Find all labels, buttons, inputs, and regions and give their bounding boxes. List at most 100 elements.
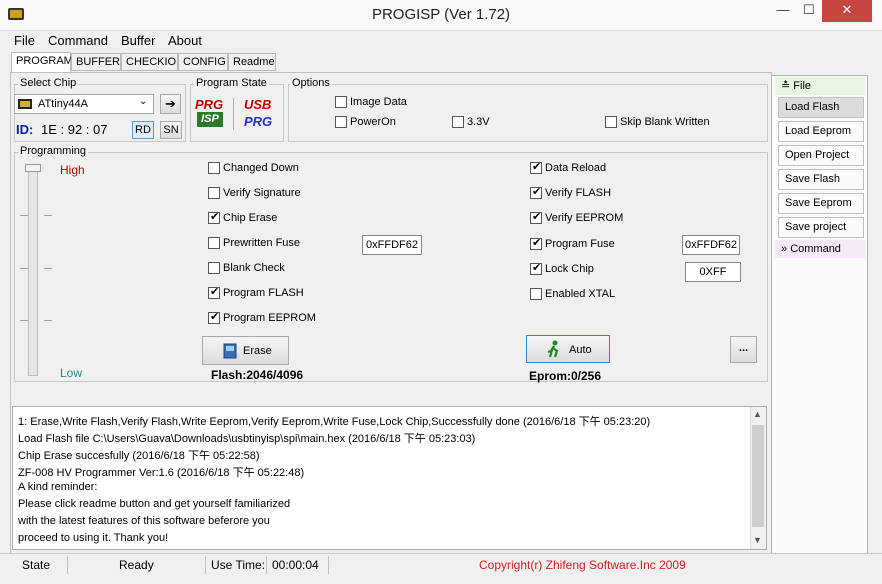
status-state-label: State [22, 558, 51, 572]
high-label: High [60, 163, 85, 177]
minimize-button[interactable]: — [770, 0, 796, 22]
program-fuse-input[interactable]: 0xFFDF62 [682, 235, 740, 255]
slider-tick [44, 268, 52, 269]
prewritten-fuse-input[interactable]: 0xFFDF62 [362, 235, 422, 255]
log-line: with the latest features of this softwar… [18, 515, 270, 527]
menu-command[interactable]: Command [48, 33, 108, 48]
image-data-checkbox[interactable] [335, 96, 347, 108]
id-label: ID: [16, 122, 34, 137]
flash-info: Flash:2046/4096 [211, 368, 304, 382]
tab-program[interactable]: PROGRAM [11, 52, 73, 72]
chip-erase-checkbox[interactable] [208, 210, 220, 224]
menu-file[interactable]: File [14, 33, 35, 48]
verify-signature-checkbox[interactable] [208, 187, 220, 199]
eraser-icon [223, 343, 237, 359]
data-reload-checkbox[interactable] [530, 160, 542, 174]
lock-chip-checkbox[interactable] [530, 261, 542, 275]
runner-icon [547, 340, 559, 358]
programming-label: Programming [18, 145, 89, 157]
status-divider [266, 556, 267, 574]
scroll-up-icon[interactable]: ▲ [753, 409, 762, 419]
log-line: Chip Erase succesfully (2016/6/18 下午 05:… [18, 450, 260, 462]
usb-text: USB [244, 97, 272, 112]
verify-flash-checkbox[interactable] [530, 185, 542, 199]
log-line: 1: Erase,Write Flash,Verify Flash,Write … [18, 416, 651, 428]
load-flash-button[interactable]: Load Flash [778, 97, 864, 118]
low-label: Low [60, 366, 83, 380]
level-slider[interactable] [28, 166, 38, 376]
copyright-text: Copyright(r) Zhifeng Software.Inc 2009 [479, 558, 686, 572]
log-line: Please click readme button and get yours… [18, 498, 291, 510]
log-line: A kind reminder: [18, 481, 98, 493]
chevron-right-icon: » [781, 243, 791, 255]
v33-checkbox[interactable] [452, 116, 464, 128]
slider-tick [20, 215, 28, 216]
enabled-xtal-label: Enabled XTAL [545, 288, 616, 300]
sidebar-file-header[interactable]: ≛ File [775, 77, 865, 95]
save-flash-button[interactable]: Save Flash [778, 169, 864, 190]
slider-thumb[interactable] [25, 164, 41, 172]
chip-erase-label: Chip Erase [223, 212, 278, 224]
slider-tick [44, 320, 52, 321]
program-eeprom-label: Program EEPROM [223, 312, 316, 324]
sn-button[interactable]: SN [160, 121, 182, 139]
lock-value-input[interactable]: 0XFF [685, 262, 741, 282]
save-eeprom-button[interactable]: Save Eeprom [778, 193, 864, 214]
tab-checkio[interactable]: CHECKIO [121, 53, 178, 71]
maximize-button[interactable]: ☐ [796, 0, 822, 22]
log-scroll-thumb[interactable] [752, 425, 764, 527]
program-eeprom-checkbox[interactable] [208, 310, 220, 324]
program-state-label: Program State [194, 77, 269, 89]
poweron-checkbox[interactable] [335, 116, 347, 128]
tab-buffer[interactable]: BUFFER [71, 53, 121, 71]
options-group [288, 84, 768, 142]
auto-button[interactable]: Auto [526, 335, 610, 363]
prewritten-fuse-label: Prewritten Fuse [223, 237, 301, 249]
sidebar-command-label: Command [790, 243, 841, 255]
image-data-label: Image Data [350, 96, 407, 108]
tab-config[interactable]: CONFIG [178, 53, 228, 71]
program-flash-label: Program FLASH [223, 287, 304, 299]
prewritten-fuse-checkbox[interactable] [208, 237, 220, 249]
status-divider [328, 556, 329, 574]
program-fuse-checkbox[interactable] [530, 236, 542, 250]
more-button[interactable]: ... [730, 336, 757, 363]
skip-blank-checkbox[interactable] [605, 116, 617, 128]
options-label: Options [290, 77, 332, 89]
verify-eeprom-checkbox[interactable] [530, 210, 542, 224]
close-button[interactable]: ✕ [822, 0, 872, 22]
changed-down-checkbox[interactable] [208, 162, 220, 174]
rd-button[interactable]: RD [132, 121, 154, 139]
poweron-label: PowerOn [350, 116, 396, 128]
log-panel[interactable]: 1: Erase,Write Flash,Verify Flash,Write … [12, 406, 767, 550]
status-state-value: Ready [119, 558, 154, 572]
open-project-button[interactable]: Open Project [778, 145, 864, 166]
log-line: proceed to using it. Thank you! [18, 532, 169, 544]
blank-check-checkbox[interactable] [208, 262, 220, 274]
menu-buffer[interactable]: Buffer [121, 33, 155, 48]
scroll-down-icon[interactable]: ▼ [753, 535, 762, 545]
lock-chip-label: Lock Chip [545, 263, 594, 275]
program-flash-checkbox[interactable] [208, 285, 220, 299]
verify-eeprom-label: Verify EEPROM [545, 212, 624, 224]
state-divider [233, 98, 234, 130]
status-time-value: 00:00:04 [272, 558, 319, 572]
eprom-info: Eprom:0/256 [529, 369, 602, 383]
auto-button-label: Auto [569, 344, 592, 356]
slider-tick [20, 268, 28, 269]
erase-button[interactable]: Erase [202, 336, 289, 365]
tab-readme[interactable]: Readme [228, 53, 276, 71]
programming-group [14, 152, 768, 382]
menu-about[interactable]: About [168, 33, 202, 48]
chevron-down-icon: ≛ [781, 80, 794, 92]
changed-down-label: Changed Down [223, 162, 299, 174]
save-project-button[interactable]: Save project [778, 217, 864, 238]
enabled-xtal-checkbox[interactable] [530, 288, 542, 300]
arrow-right-icon[interactable]: ➔ [160, 94, 181, 114]
sidebar-file-label: File [793, 80, 812, 92]
load-eeprom-button[interactable]: Load Eeprom [778, 121, 864, 142]
usb-prg-text: PRG [244, 114, 273, 129]
prg-isp-text: PRG [195, 97, 224, 112]
status-time-label: Use Time: [211, 558, 266, 572]
sidebar-command-header[interactable]: » Command [775, 240, 865, 258]
